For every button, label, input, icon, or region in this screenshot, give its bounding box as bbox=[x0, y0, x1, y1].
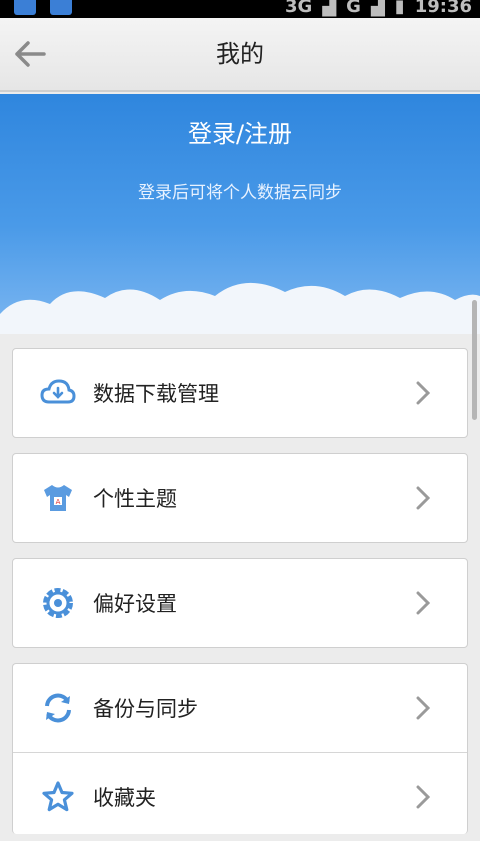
menu-item-label: 偏好设置 bbox=[93, 592, 177, 616]
menu-card-sync: 备份与同步 收藏夹 bbox=[12, 663, 468, 834]
cloud-download-icon bbox=[39, 374, 77, 412]
status-bar: 3G ▟ G ▟ ▮ 19:36 bbox=[0, 0, 480, 18]
chevron-right-icon bbox=[413, 694, 433, 722]
chevron-right-icon bbox=[413, 379, 433, 407]
signal-icon-2: ▟ bbox=[370, 0, 385, 17]
page-title: 我的 bbox=[216, 40, 264, 68]
login-register-link[interactable]: 登录/注册 bbox=[0, 114, 480, 149]
menu-item-backup-sync[interactable]: 备份与同步 bbox=[13, 664, 467, 752]
clock: 19:36 bbox=[414, 0, 472, 17]
svg-text:A: A bbox=[56, 498, 61, 506]
menu-item-label: 收藏夹 bbox=[93, 786, 156, 810]
login-banner[interactable]: 登录/注册 登录后可将个人数据云同步 bbox=[0, 94, 480, 334]
menu-card-theme: A 个性主题 bbox=[12, 453, 468, 543]
chevron-right-icon bbox=[413, 783, 433, 811]
menu-card-download: 数据下载管理 bbox=[12, 348, 468, 438]
menu-item-theme[interactable]: A 个性主题 bbox=[13, 454, 467, 542]
clouds-decoration bbox=[0, 282, 480, 334]
scrollbar[interactable] bbox=[472, 300, 477, 420]
login-subtitle: 登录后可将个人数据云同步 bbox=[138, 183, 342, 203]
menu-item-label: 数据下载管理 bbox=[93, 382, 219, 406]
network-type-2: G bbox=[346, 0, 361, 17]
star-icon bbox=[39, 778, 77, 816]
chevron-right-icon bbox=[413, 589, 433, 617]
checkbox-notification-icon bbox=[50, 0, 72, 15]
menu-item-download-manager[interactable]: 数据下载管理 bbox=[13, 349, 467, 437]
battery-icon: ▮ bbox=[394, 0, 405, 17]
menu-card-preferences: 偏好设置 bbox=[12, 558, 468, 648]
menu-item-label: 个性主题 bbox=[93, 487, 177, 511]
tshirt-icon: A bbox=[39, 479, 77, 517]
menu-item-favorites[interactable]: 收藏夹 bbox=[13, 752, 467, 841]
network-type: 3G bbox=[285, 0, 313, 17]
signal-icon: ▟ bbox=[322, 0, 337, 17]
chevron-right-icon bbox=[413, 484, 433, 512]
menu-item-preferences[interactable]: 偏好设置 bbox=[13, 559, 467, 647]
menu-item-label: 备份与同步 bbox=[93, 697, 198, 721]
sync-icon bbox=[39, 689, 77, 727]
shield-notification-icon bbox=[14, 0, 36, 15]
gear-icon bbox=[39, 584, 77, 622]
top-bar: 我的 bbox=[0, 18, 480, 92]
